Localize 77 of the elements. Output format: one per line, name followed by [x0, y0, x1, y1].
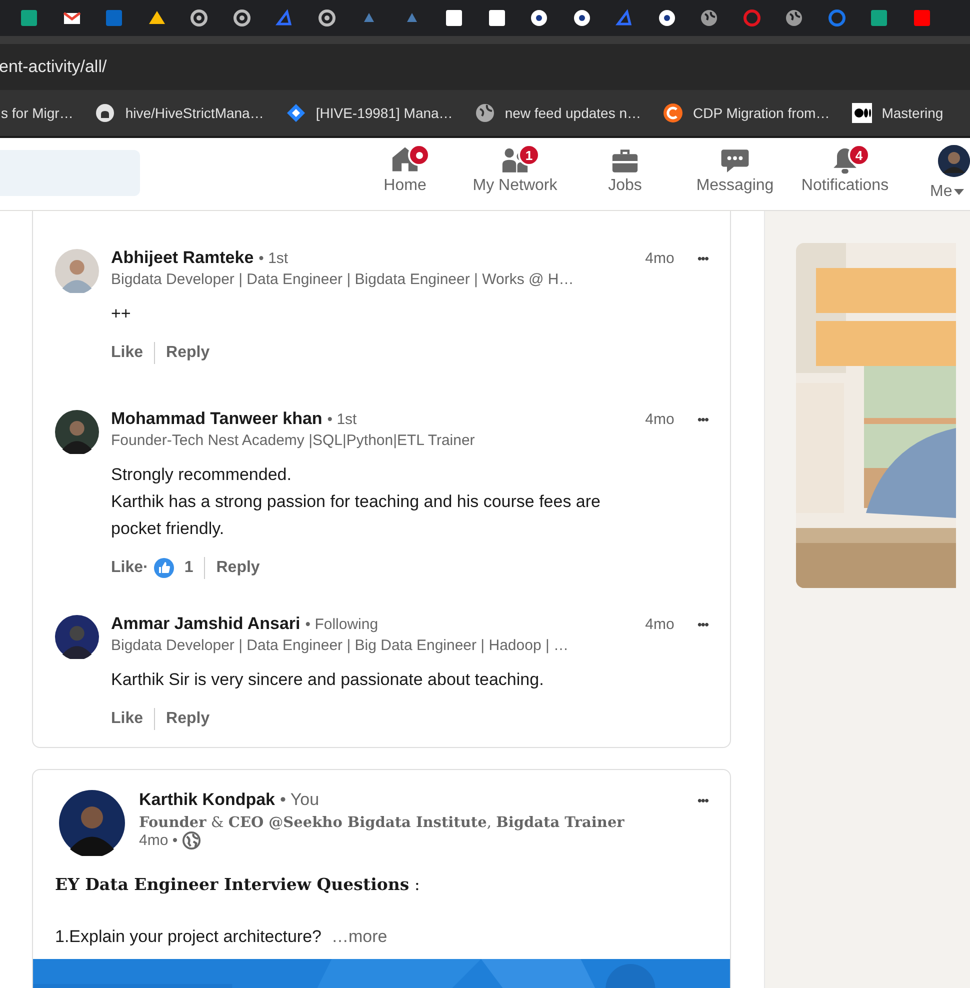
more-options-button[interactable]: ••• [697, 412, 708, 427]
notification-badge: 1 [518, 144, 540, 166]
connection-degree: • Following [305, 616, 378, 633]
globe-icon[interactable] [700, 9, 718, 27]
nav-item[interactable]: My Network 1 [460, 138, 570, 210]
globe-icon [474, 103, 495, 123]
nav-item[interactable]: Home [350, 138, 460, 210]
comment-time: 4mo [645, 616, 674, 633]
avatar [938, 145, 970, 177]
bookmark[interactable]: hive/HiveStrictMana… [95, 103, 264, 123]
mail-icon[interactable] [62, 9, 80, 27]
more-options-button[interactable]: ••• [697, 251, 708, 266]
bookmark[interactable]: [HIVE-19981] Mana… [286, 103, 453, 123]
circle-icon[interactable] [530, 9, 548, 27]
comment-text: Karthik Sir is very sincere and passionate about teaching. [111, 669, 545, 691]
notification-badge: 4 [848, 144, 870, 166]
arrow-icon[interactable] [615, 9, 633, 27]
nav-item[interactable]: Messaging [680, 138, 790, 210]
like-button[interactable]: Like [111, 344, 144, 362]
square-icon[interactable] [445, 9, 463, 27]
post-title: EY Data Engineer Interview Questions : [55, 875, 421, 894]
comment-text: ++ [111, 303, 132, 325]
bookmark[interactable]: CDP Migration from… [663, 103, 830, 123]
avatar [59, 790, 125, 856]
globe-icon [182, 831, 201, 850]
bookmark[interactable]: new feed updates n… [474, 103, 642, 123]
reply-button[interactable]: Reply [166, 344, 210, 362]
ring-icon[interactable] [232, 9, 250, 27]
author-headline: Founder & CEO @Seekho Bigdata Institute, Bigdata Trainer [139, 814, 626, 831]
bookmark[interactable]: Mastering [852, 103, 944, 123]
author-name[interactable]: Karthik Kondpak [139, 790, 276, 810]
ring-icon[interactable] [190, 9, 208, 27]
author-relation: • You [280, 790, 320, 810]
commenter-headline: Founder-Tech Nest Academy |SQL|Python|ETL Trainer [111, 432, 476, 449]
triangle-icon[interactable] [148, 9, 166, 27]
like-button[interactable]: Like [111, 710, 144, 728]
arrow-icon[interactable] [275, 9, 293, 27]
caret-icon [954, 188, 964, 196]
more-options-button[interactable]: ••• [697, 617, 708, 632]
avatar [55, 410, 99, 454]
circle-icon[interactable] [658, 9, 676, 27]
reply-button[interactable]: Reply [166, 710, 210, 728]
post-text: 1.Explain your project architecture? [55, 927, 322, 947]
circle-icon[interactable] [572, 9, 590, 27]
bookmark[interactable]: s for Migr… [1, 105, 74, 121]
diamond-icon [286, 103, 306, 123]
more-options-button[interactable]: ••• [697, 793, 708, 808]
c-logo-icon [663, 103, 684, 123]
commenter-name[interactable]: Mohammad Tanweer khan [111, 409, 322, 429]
connection-degree: • 1st [327, 411, 357, 428]
ring-icon[interactable] [828, 9, 846, 27]
like-button[interactable]: Like [111, 559, 144, 577]
nav-item[interactable]: Jobs [570, 138, 680, 210]
see-more-link[interactable]: …more [331, 927, 388, 947]
comment-time: 4mo [645, 411, 674, 428]
globe-icon[interactable] [785, 9, 803, 27]
address-url[interactable]: ent-activity/all/ [0, 57, 107, 77]
connection-degree: • 1st [258, 250, 288, 267]
post-time: 4mo • [139, 832, 178, 849]
reaction-count[interactable]: 1 [184, 559, 194, 577]
avatar [55, 615, 99, 659]
commenter-headline: Bigdata Developer | Data Engineer | Bigdata Engineer | Works @ H… [111, 271, 575, 288]
nav-item[interactable]: Me [900, 138, 970, 210]
thumbs-up-icon [154, 558, 174, 578]
comment-time: 4mo [645, 250, 674, 267]
ring-icon[interactable] [318, 9, 336, 27]
m-logo-icon [852, 103, 872, 123]
commenter-headline: Bigdata Developer | Data Engineer | Big Data Engineer | Hadoop | … [111, 637, 570, 654]
commenter-name[interactable]: Ammar Jamshid Ansari [111, 614, 300, 634]
comment-text: Strongly recommended. [111, 464, 292, 486]
comment-text: Karthik has a strong passion for teaching and his course fees are pocket friendly. [111, 491, 602, 540]
separator-dot: · [143, 559, 148, 577]
nav-item[interactable]: Notifications 4 [790, 138, 900, 210]
avatar [55, 249, 99, 293]
commenter-name[interactable]: Abhijeet Ramteke [111, 248, 254, 268]
reply-button[interactable]: Reply [216, 559, 260, 577]
square-icon[interactable] [488, 9, 506, 27]
